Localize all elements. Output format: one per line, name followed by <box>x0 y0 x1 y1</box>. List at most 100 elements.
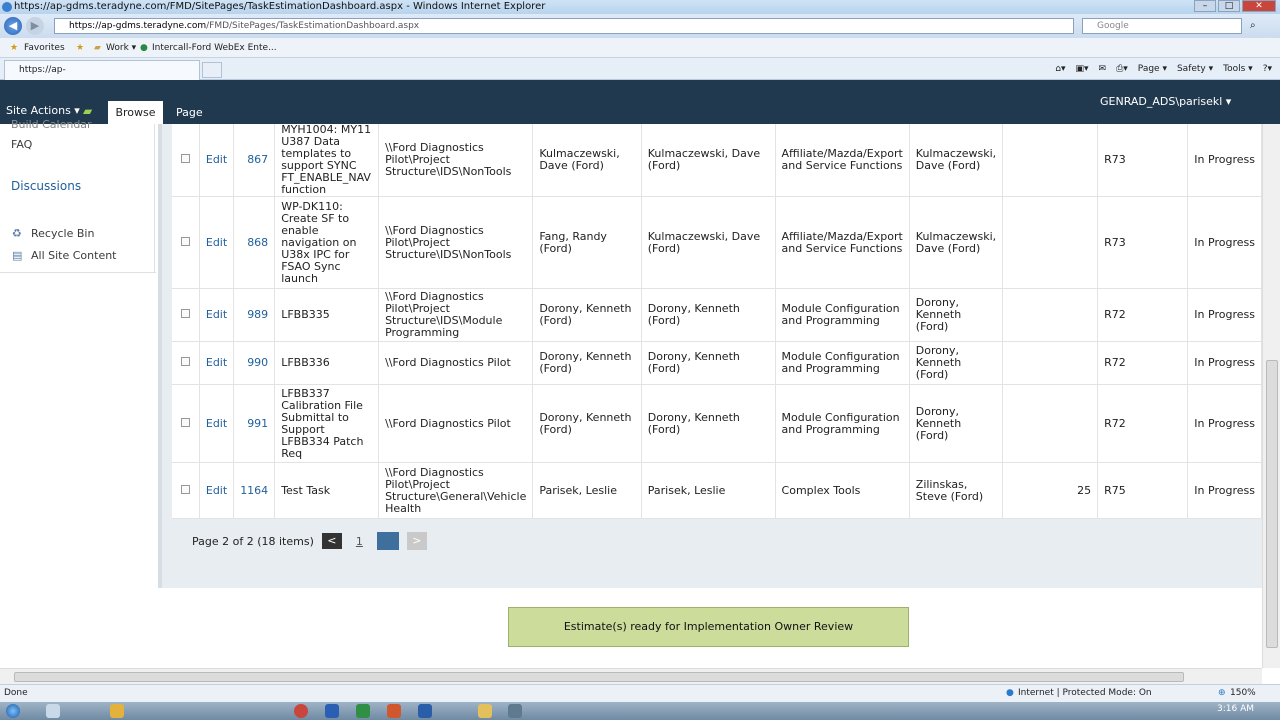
back-button[interactable]: ◀ <box>4 17 22 35</box>
minimize-button[interactable]: – <box>1194 0 1216 12</box>
site-content-icon: ▤ <box>12 249 23 262</box>
next-page-button[interactable]: > <box>406 532 427 550</box>
table-row: Edit 991 LFBB337 Calibration File Submit… <box>172 384 1262 463</box>
add-favorite-icon[interactable]: ★ <box>76 38 84 58</box>
task-title: LFBB337 Calibration File Submittal to Su… <box>274 384 380 463</box>
all-site-content-link[interactable]: All Site Content <box>31 249 117 262</box>
project-path: \\Ford Diagnostics Pilot <box>378 341 534 385</box>
tools-menu[interactable]: Tools ▾ <box>1223 61 1253 77</box>
tab-browse[interactable]: Browse <box>108 101 163 124</box>
page-menu[interactable]: Page ▾ <box>1138 61 1167 77</box>
favorites-button[interactable]: Favorites <box>24 38 65 58</box>
edit-link[interactable]: Edit <box>199 462 235 519</box>
implementation-owner: Dorony, Kenneth (Ford) <box>909 384 1004 463</box>
safety-menu[interactable]: Safety ▾ <box>1177 61 1213 77</box>
row-checkbox[interactable] <box>180 417 190 427</box>
table-row: Edit 867 MYH1004: MY11 U387 Data templat… <box>172 124 1262 197</box>
assignee: Kulmaczewski, Dave (Ford) <box>641 124 776 197</box>
estimate <box>1002 124 1099 197</box>
new-tab-button[interactable] <box>202 62 222 78</box>
edit-link[interactable]: Edit <box>199 288 235 342</box>
recycle-bin-link[interactable]: Recycle Bin <box>31 227 94 240</box>
vertical-scroll-thumb[interactable] <box>1266 360 1278 648</box>
browser-tab[interactable]: https://ap-gdms.teradyne.com/FMD/SitePag… <box>4 60 200 93</box>
implementation-owner: Zilinskas, Steve (Ford) <box>909 462 1004 519</box>
print-icon[interactable]: ⎙▾ <box>1116 61 1128 77</box>
edit-link[interactable]: Edit <box>199 124 235 197</box>
explorer-taskbar-icon[interactable] <box>110 704 124 718</box>
row-checkbox[interactable] <box>180 236 190 246</box>
page-1-link[interactable]: 1 <box>356 535 363 548</box>
owner: Dorony, Kenneth (Ford) <box>532 288 642 342</box>
maximize-button[interactable]: □ <box>1218 0 1240 12</box>
powerpoint-taskbar-icon[interactable] <box>387 704 401 718</box>
category: Module Configuration and Programming <box>775 341 910 385</box>
ie-taskbar-icon[interactable] <box>46 704 60 718</box>
row-checkbox[interactable] <box>180 309 190 318</box>
assignee: Dorony, Kenneth (Ford) <box>641 384 776 463</box>
horizontal-scroll-thumb[interactable] <box>14 672 1184 682</box>
user-menu[interactable]: GENRAD_ADS\parisekl ▾ <box>1100 95 1231 108</box>
clock: 3:16 AM <box>1217 704 1254 714</box>
task-title: LFBB335 <box>274 288 380 342</box>
search-icon[interactable]: ⌕ <box>1250 20 1256 31</box>
item-id-link[interactable]: 867 <box>233 124 276 197</box>
status: In Progress <box>1187 196 1262 289</box>
estimate <box>1002 196 1099 289</box>
app-taskbar-icon[interactable] <box>508 704 522 718</box>
tab-page[interactable]: Page <box>176 106 203 119</box>
item-id-link[interactable]: 991 <box>233 384 276 463</box>
implementation-owner: Dorony, Kenneth (Ford) <box>909 288 1004 342</box>
address-host: https://ap-gdms.teradyne.com <box>69 21 207 31</box>
quick-launch-item-faq[interactable]: FAQ <box>11 138 32 151</box>
home-icon[interactable]: ⌂▾ <box>1055 61 1065 77</box>
horizontal-scrollbar[interactable] <box>0 668 1262 684</box>
navigate-up-icon[interactable]: ▰ <box>83 104 92 118</box>
zoom-icon[interactable]: ⊕ <box>1218 685 1226 702</box>
vertical-scrollbar[interactable] <box>1262 124 1280 668</box>
task-table: Edit 867 MYH1004: MY11 U387 Data templat… <box>172 124 1262 519</box>
table-row: Edit 868 WP-DK110: Create SF to enable n… <box>172 196 1262 289</box>
project-path: \\Ford Diagnostics Pilot\Project Structu… <box>378 124 534 197</box>
forward-button[interactable]: ▶ <box>26 17 44 35</box>
start-button-icon[interactable] <box>6 704 20 718</box>
help-icon[interactable]: ?▾ <box>1263 61 1272 77</box>
search-input[interactable]: Google <box>1082 18 1242 34</box>
favorites-link-webex[interactable]: Intercall-Ford WebEx Ente... <box>152 38 277 58</box>
category: Affiliate/Mazda/Export and Service Funct… <box>775 196 910 289</box>
item-id-link[interactable]: 868 <box>233 196 276 289</box>
row-checkbox[interactable] <box>180 357 190 366</box>
edit-link[interactable]: Edit <box>199 384 235 463</box>
edit-link[interactable]: Edit <box>199 196 235 289</box>
category: Module Configuration and Programming <box>775 384 910 463</box>
mail-icon[interactable]: ✉ <box>1099 61 1107 77</box>
previous-page-button[interactable]: < <box>321 533 342 549</box>
site-actions-menu[interactable]: Site Actions ▾ <box>6 104 80 117</box>
chrome-taskbar-icon[interactable] <box>294 704 308 718</box>
row-checkbox[interactable] <box>180 484 190 494</box>
zoom-level[interactable]: 150% <box>1230 685 1256 702</box>
quick-launch-item-build-calendar[interactable]: Build Calendar <box>11 118 92 131</box>
estimate <box>1002 288 1099 342</box>
row-checkbox[interactable] <box>180 154 190 163</box>
status: In Progress <box>1187 462 1262 519</box>
address-path: /FMD/SitePages/TaskEstimationDashboard.a… <box>206 21 420 31</box>
windows-taskbar: 3:16 AM <box>0 702 1280 720</box>
close-window-button[interactable]: ✕ <box>1242 0 1276 12</box>
ready-for-review-button[interactable]: Estimate(s) ready for Implementation Own… <box>508 607 909 647</box>
item-id-link[interactable]: 1164 <box>233 462 276 519</box>
release: R73 <box>1097 196 1189 289</box>
folder-taskbar-icon[interactable] <box>478 704 492 718</box>
feeds-icon[interactable]: ▣▾ <box>1076 61 1089 77</box>
address-bar[interactable]: https://ap-gdms.teradyne.com/FMD/SitePag… <box>54 18 1074 34</box>
item-id-link[interactable]: 990 <box>233 341 276 385</box>
excel-taskbar-icon[interactable] <box>356 704 370 718</box>
project-path: \\Ford Diagnostics Pilot\Project Structu… <box>378 196 534 289</box>
edit-link[interactable]: Edit <box>199 341 235 385</box>
status: In Progress <box>1187 384 1262 463</box>
quick-launch-heading-discussions[interactable]: Discussions <box>11 179 81 193</box>
favorites-folder-work[interactable]: Work ▾ <box>106 38 136 58</box>
project-taskbar-icon[interactable] <box>418 704 432 718</box>
word-taskbar-icon[interactable] <box>325 704 339 718</box>
item-id-link[interactable]: 989 <box>233 288 276 342</box>
